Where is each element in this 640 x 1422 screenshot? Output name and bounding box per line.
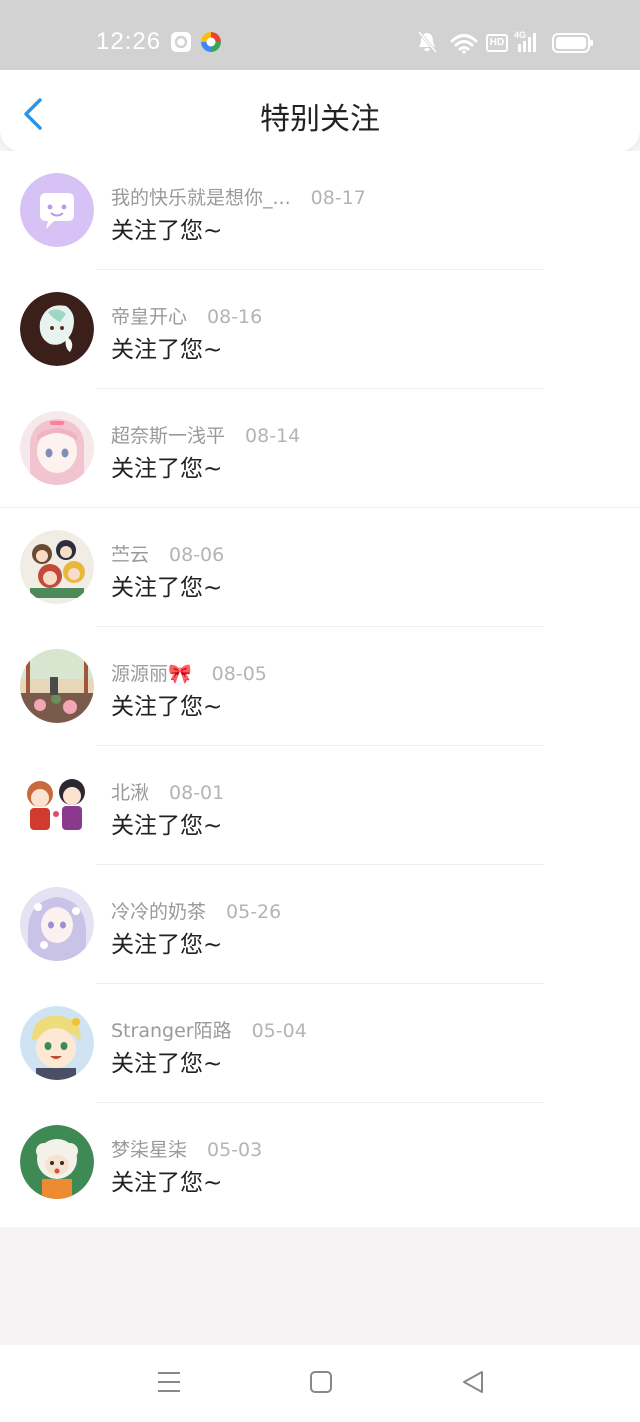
item-date: 05-03 <box>207 1139 263 1161</box>
follower-list: 我的快乐就是想你_... 08-17 关注了您~ 帝皇开心 08-16 关注了您~ <box>0 151 640 1227</box>
menu-icon[interactable] <box>156 1369 182 1395</box>
item-message: 关注了您~ <box>111 694 223 720</box>
item-name: 冷冷的奶茶 <box>111 901 207 923</box>
wifi-icon <box>450 34 478 54</box>
system-nav-bar <box>0 1345 640 1422</box>
list-item[interactable]: 梦柒星柒 05-03 关注了您~ <box>0 1103 640 1222</box>
item-date: 05-04 <box>251 1020 307 1042</box>
page-title: 特别关注 <box>260 102 380 137</box>
item-message: 关注了您~ <box>111 1051 223 1077</box>
header-bar: 特别关注 <box>0 70 640 152</box>
list-item[interactable]: 帝皇开心 08-16 关注了您~ <box>0 270 640 389</box>
item-name-line: 我的快乐就是想你_... 08-17 <box>111 183 366 210</box>
status-time: 12:26 <box>96 28 162 55</box>
avatar[interactable] <box>20 1125 94 1199</box>
item-name-line: 苎云 08-06 <box>111 540 224 567</box>
item-message: 关注了您~ <box>111 813 223 839</box>
item-name: 源源丽🎀 <box>111 663 192 685</box>
hd-icon: HD <box>486 34 508 52</box>
item-message: 关注了您~ <box>111 932 223 958</box>
item-name: 梦柒星柒 <box>111 1139 188 1161</box>
item-date: 08-14 <box>245 425 301 447</box>
avatar[interactable] <box>20 530 94 604</box>
avatar[interactable] <box>20 411 94 485</box>
list-item[interactable]: Stranger陌路 05-04 关注了您~ <box>0 984 640 1103</box>
item-date: 05-26 <box>226 901 282 923</box>
item-name: 超奈斯一浅平 <box>111 425 226 447</box>
list-item[interactable]: 北湫 08-01 关注了您~ <box>0 746 640 865</box>
item-message: 关注了您~ <box>111 575 223 601</box>
item-date: 08-16 <box>207 306 263 328</box>
item-date: 08-17 <box>310 187 366 209</box>
avatar[interactable] <box>20 887 94 961</box>
list-item[interactable]: 苎云 08-06 关注了您~ <box>0 508 640 627</box>
item-message: 关注了您~ <box>111 1170 223 1196</box>
status-bar: 12:26 HD 4G <box>0 0 640 70</box>
item-name: Stranger陌路 <box>111 1020 232 1042</box>
item-name-line: Stranger陌路 05-04 <box>111 1016 307 1043</box>
item-name: 我的快乐就是想你_... <box>111 187 291 209</box>
item-message: 关注了您~ <box>111 337 223 363</box>
item-name-line: 冷冷的奶茶 05-26 <box>111 897 281 924</box>
list-item[interactable]: 超奈斯一浅平 08-14 关注了您~ <box>0 389 640 508</box>
avatar[interactable] <box>20 292 94 366</box>
mute-icon <box>417 31 438 53</box>
item-name: 苎云 <box>111 544 150 566</box>
battery-icon <box>552 33 593 53</box>
item-message: 关注了您~ <box>111 218 223 244</box>
item-name-line: 超奈斯一浅平 08-14 <box>111 421 300 448</box>
item-name-line: 梦柒星柒 05-03 <box>111 1135 262 1162</box>
item-name-line: 帝皇开心 08-16 <box>111 302 262 329</box>
item-name: 北湫 <box>111 782 150 804</box>
avatar[interactable] <box>20 649 94 723</box>
app-notification-icon <box>171 32 191 52</box>
avatar[interactable] <box>20 768 94 842</box>
item-date: 08-06 <box>169 544 225 566</box>
item-name: 帝皇开心 <box>111 306 188 328</box>
empty-area <box>0 1227 640 1345</box>
home-square-icon[interactable] <box>308 1369 334 1395</box>
item-date: 08-01 <box>169 782 225 804</box>
list-item[interactable]: 我的快乐就是想你_... 08-17 关注了您~ <box>0 151 640 270</box>
item-date: 08-05 <box>211 663 267 685</box>
avatar[interactable] <box>20 173 94 247</box>
4g-signal-icon: 4G <box>514 30 544 54</box>
list-item[interactable]: 冷冷的奶茶 05-26 关注了您~ <box>0 865 640 984</box>
item-name-line: 北湫 08-01 <box>111 778 224 805</box>
browser-icon <box>201 32 221 52</box>
item-name-line: 源源丽🎀 08-05 <box>111 659 267 686</box>
back-triangle-icon[interactable] <box>460 1369 486 1395</box>
item-message: 关注了您~ <box>111 456 223 482</box>
list-item[interactable]: 源源丽🎀 08-05 关注了您~ <box>0 627 640 746</box>
avatar[interactable] <box>20 1006 94 1080</box>
